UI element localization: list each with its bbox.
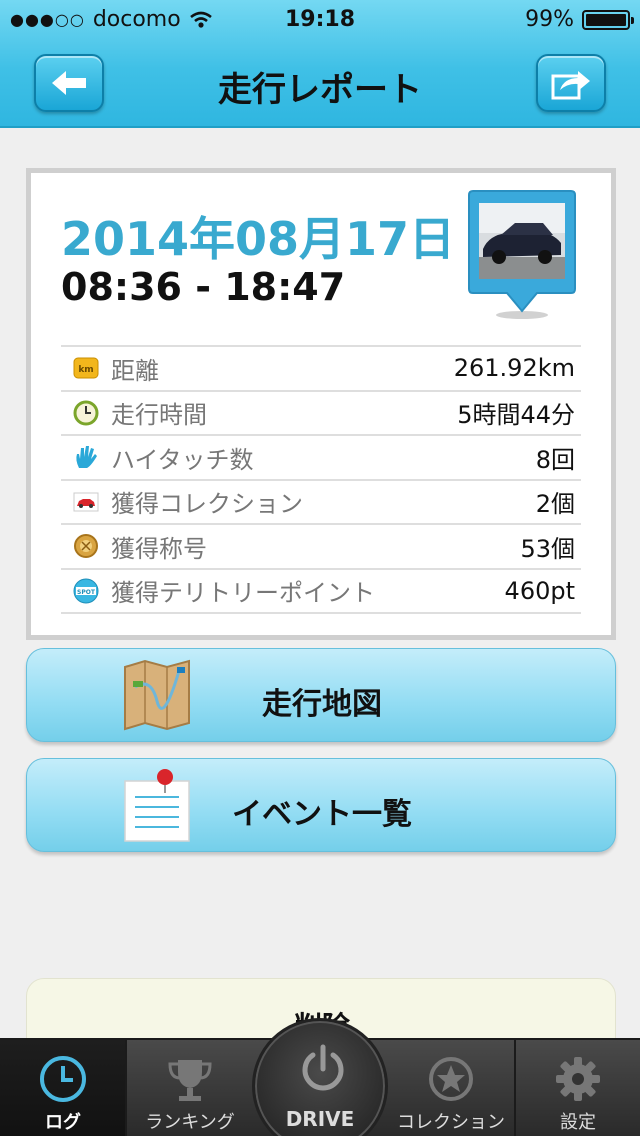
stat-row-territory: SPOT 獲得テリトリーポイント 460pt — [61, 570, 581, 614]
spot-territory-icon: SPOT — [73, 578, 99, 604]
stats-list: km 距離 261.92km 走行時間 5時間44分 ハイタッチ数 8回 獲得コ… — [61, 345, 581, 614]
route-map-button[interactable]: 走行地図 — [26, 648, 616, 742]
tab-log[interactable]: ログ — [0, 1040, 126, 1136]
drive-report-card: 2014年08月17日 08:36 - 18:47 km 距離 261.92km… — [26, 168, 616, 640]
share-button[interactable] — [536, 54, 606, 112]
share-icon — [551, 71, 590, 100]
stat-label: 獲得称号 — [111, 534, 207, 563]
tab-label: コレクション — [397, 1112, 505, 1133]
battery-fill — [586, 13, 626, 26]
stat-value: 460pt — [504, 576, 575, 605]
stat-row-hi-five: ハイタッチ数 8回 — [61, 436, 581, 481]
stat-label: 獲得コレクション — [111, 490, 303, 519]
tab-label: ランキング — [145, 1112, 235, 1133]
tab-collection[interactable]: コレクション — [386, 1040, 516, 1136]
car-card-icon — [73, 489, 99, 515]
stat-value: 53個 — [520, 534, 575, 563]
report-time-range: 08:36 - 18:47 — [61, 265, 346, 309]
tab-ranking[interactable]: ランキング — [126, 1040, 254, 1136]
battery-icon — [582, 9, 634, 30]
svg-text:SPOT: SPOT — [77, 589, 96, 596]
stat-row-drive-time: 走行時間 5時間44分 — [61, 392, 581, 436]
trophy-icon — [168, 1060, 212, 1101]
stat-value: 2個 — [535, 490, 575, 519]
status-bar: ●●●○○ docomo 19:18 99% — [0, 0, 640, 40]
distance-km-icon: km — [73, 355, 99, 381]
battery-percent: 99% — [525, 7, 574, 32]
battery-indicator: 99% — [525, 7, 634, 32]
stat-label: 獲得テリトリーポイント — [111, 579, 375, 608]
stat-value: 5時間44分 — [457, 401, 575, 430]
report-date: 2014年08月17日 — [61, 212, 456, 266]
drive-label: DRIVE — [285, 1107, 355, 1131]
stat-label: 走行時間 — [111, 401, 207, 430]
clock-icon — [73, 400, 99, 426]
tab-label: ログ — [45, 1112, 81, 1133]
tab-label: 設定 — [560, 1112, 596, 1133]
svg-text:km: km — [78, 365, 93, 375]
gear-icon — [556, 1057, 600, 1101]
stat-row-distance: km 距離 261.92km — [61, 347, 581, 392]
stat-row-collection: 獲得コレクション 2個 — [61, 481, 581, 525]
event-list-button[interactable]: イベント一覧 — [26, 758, 616, 852]
hi-five-hand-icon — [73, 444, 99, 470]
power-icon — [302, 1044, 344, 1091]
star-badge-icon — [429, 1057, 473, 1101]
tab-settings[interactable]: 設定 — [516, 1040, 640, 1136]
navigation-bar: ●●●○○ docomo 19:18 99% 走行レポート — [0, 0, 640, 128]
clock-tab-icon — [40, 1056, 86, 1102]
title-medal-icon — [73, 533, 99, 559]
stat-label: ハイタッチ数 — [111, 445, 254, 474]
car-photo-pin-icon[interactable] — [467, 187, 577, 321]
route-map-label: 走行地図 — [262, 687, 382, 722]
event-list-label: イベント一覧 — [232, 797, 412, 832]
stat-value: 261.92km — [453, 354, 575, 383]
stat-label: 距離 — [111, 356, 159, 385]
stat-value: 8回 — [535, 445, 575, 474]
stat-row-titles: 獲得称号 53個 — [61, 525, 581, 570]
